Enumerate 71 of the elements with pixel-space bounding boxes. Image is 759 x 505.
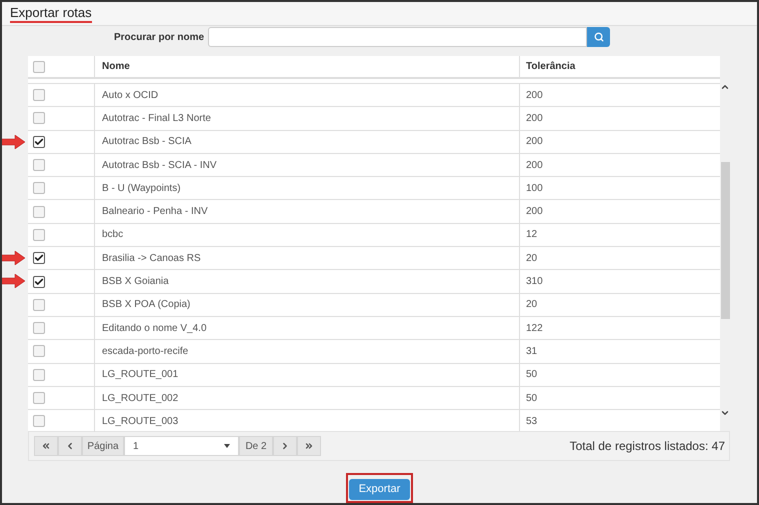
table-cell-text: escada-porto-recife xyxy=(102,344,188,359)
scroll-down-icon xyxy=(720,408,730,418)
table-cell-text: Editando o nome V_4.0 xyxy=(102,322,207,336)
table-cell-text: Autotrac Bsb - SCIA xyxy=(102,135,192,150)
table-cell: 31 xyxy=(526,346,538,357)
last-page-button[interactable] xyxy=(297,436,321,456)
table-cell-text: BSB X POA (Copia) xyxy=(102,298,190,312)
table-cell: 20 xyxy=(526,252,538,264)
checkbox[interactable] xyxy=(33,89,45,102)
checkbox[interactable] xyxy=(33,60,45,72)
search-label: Procurar por nome xyxy=(114,30,206,44)
table-cell: 200 xyxy=(526,160,543,171)
double-left-icon xyxy=(41,441,51,451)
checkbox[interactable] xyxy=(33,112,45,124)
scroll-up-icon xyxy=(720,82,730,92)
table-cell: 12 xyxy=(526,229,538,240)
table-cell: 200 xyxy=(526,206,543,218)
table-cell: 310 xyxy=(526,276,543,288)
table-cell-text: LG_ROUTE_002 xyxy=(102,392,178,406)
table-cell-text: bcbc xyxy=(102,228,124,242)
checkbox[interactable] xyxy=(33,415,45,428)
table-cell: 200 xyxy=(526,136,543,148)
column-header: Nome xyxy=(102,60,130,74)
page-count: De 2 xyxy=(239,436,273,456)
checkbox[interactable] xyxy=(33,368,45,381)
table-cell-text: B - U (Waypoints) xyxy=(102,182,181,196)
checkbox[interactable] xyxy=(33,276,45,288)
first-page-button[interactable] xyxy=(34,436,58,456)
table-cell-text: LG_ROUTE_001 xyxy=(102,368,178,382)
table-cell: 50 xyxy=(526,392,538,404)
checkbox[interactable] xyxy=(33,252,45,264)
search-button[interactable] xyxy=(587,27,610,47)
table-cell-text: Balneario - Penha - INV xyxy=(102,205,208,220)
table-cell-text: Autotrac Bsb - SCIA - INV xyxy=(102,158,216,173)
table-cell-text: LG_ROUTE_003 xyxy=(102,414,178,429)
total-records: Total de registros listados: 47 xyxy=(570,438,725,455)
table-cell-text: Auto x OCID xyxy=(102,88,158,103)
table-cell: 200 xyxy=(526,112,543,124)
table-cell: 53 xyxy=(526,416,538,427)
double-right-icon xyxy=(304,441,314,451)
page-label: Página xyxy=(82,436,124,456)
right-icon xyxy=(280,441,290,451)
table-cell: 122 xyxy=(526,322,543,334)
checkbox[interactable] xyxy=(33,206,45,218)
table-cell: 100 xyxy=(526,182,543,194)
search-field[interactable] xyxy=(208,27,587,47)
table-cell-text: Autotrac - Final L3 Norte xyxy=(102,112,211,126)
arrow-icon xyxy=(2,274,26,288)
left-icon xyxy=(65,441,75,451)
table-cell: 50 xyxy=(526,369,538,380)
checkbox[interactable] xyxy=(33,228,45,241)
arrow-icon xyxy=(2,134,26,149)
next-page-button[interactable] xyxy=(273,436,297,456)
previous-page-button[interactable] xyxy=(58,436,82,456)
search-icon xyxy=(594,32,604,42)
page-select[interactable]: 1 xyxy=(124,436,239,456)
checkbox[interactable] xyxy=(33,345,45,358)
checkbox[interactable] xyxy=(33,182,45,194)
page-title: Exportar rotas xyxy=(10,5,92,23)
table-cell-text: BSB X Goiania xyxy=(102,275,169,290)
checkbox[interactable] xyxy=(33,322,45,334)
table-cell-text: Brasilia -> Canoas RS xyxy=(102,252,201,266)
arrow-icon xyxy=(2,251,26,266)
checkbox[interactable] xyxy=(33,136,45,148)
table-cell: 20 xyxy=(526,299,538,310)
checkbox[interactable] xyxy=(33,159,45,172)
checkbox[interactable] xyxy=(33,298,45,311)
checkbox[interactable] xyxy=(33,392,45,404)
column-header: Tolerância xyxy=(526,61,576,72)
dropdown-caret-icon xyxy=(224,444,230,448)
table-cell: 200 xyxy=(526,90,543,101)
